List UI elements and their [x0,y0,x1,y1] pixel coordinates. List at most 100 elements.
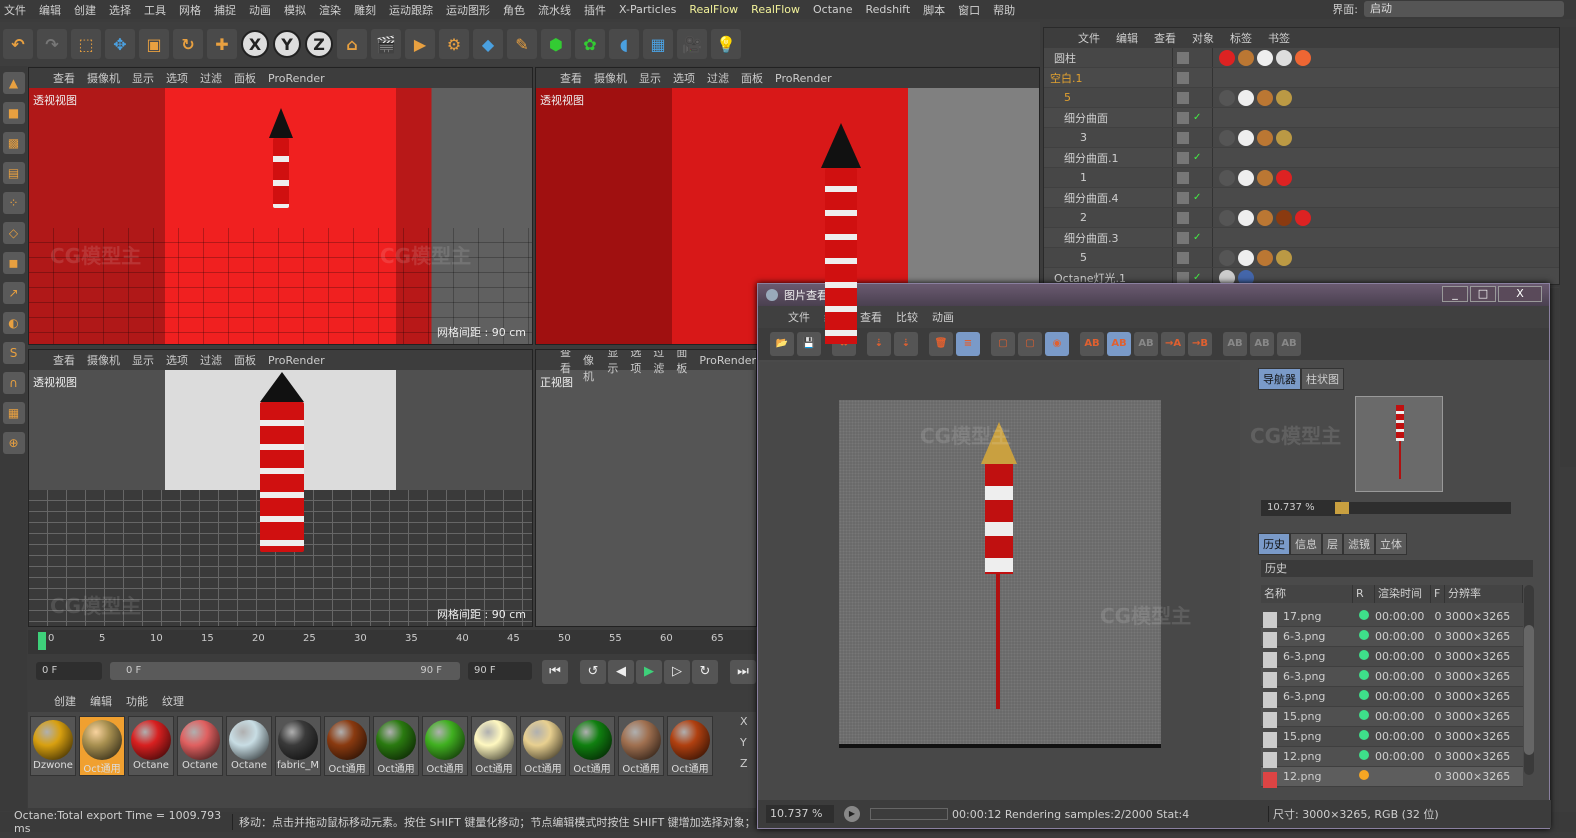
column-header[interactable]: 渲染时间 [1375,585,1431,603]
viewport-menu-item[interactable]: 查看 [53,70,75,86]
info-tab[interactable]: 层 [1322,533,1343,555]
menu-item[interactable]: 雕刻 [354,2,376,18]
menu-item[interactable]: 创建 [74,2,96,18]
tab-histogram[interactable]: 柱状图 [1301,368,1344,390]
coordinate-system-icon[interactable]: ⌂ [337,29,367,59]
menu-item[interactable]: RealFlow [689,3,738,16]
material-tag-icon[interactable] [1276,89,1292,106]
material-menu-item[interactable]: 编辑 [90,693,112,709]
view-b-icon[interactable]: ▢ [1018,332,1042,356]
menu-item[interactable]: 帮助 [993,2,1015,18]
material-tag-icon[interactable] [1219,169,1235,186]
object-row[interactable]: 细分曲面.4 ✓ [1044,188,1559,208]
history-row[interactable]: 12.png 0 3000×3265 [1261,767,1523,788]
menu-item[interactable]: 脚本 [923,2,945,18]
menu-item[interactable]: 编辑 [39,2,61,18]
object-name[interactable]: 细分曲面.4 [1044,190,1172,206]
viewport-menu-item[interactable]: 面板 [234,70,256,86]
object-row[interactable]: 圆柱 [1044,48,1559,68]
menu-item[interactable]: 工具 [144,2,166,18]
viewport-menu-item[interactable]: 查看 [53,352,75,368]
material-swatch[interactable]: Octane [128,716,174,776]
object-row[interactable]: 细分曲面.3 ✓ [1044,228,1559,248]
material-tag-icon[interactable] [1276,209,1292,226]
viewport-menu-item[interactable]: ProRender [775,72,832,85]
object-row[interactable]: 细分曲面.1 ✓ [1044,148,1559,168]
layout-1-icon[interactable]: AB [1223,332,1247,356]
object-name[interactable]: 细分曲面.3 [1044,230,1172,246]
viewport-menu-item[interactable]: 查看 [560,70,582,86]
menu-item[interactable]: 窗口 [958,2,980,18]
object-name[interactable]: 5 [1044,251,1172,264]
subdivision-icon[interactable]: ⬢ [541,29,571,59]
snap-icon[interactable]: S [2,342,25,364]
lock-icon[interactable]: ⊕ [2,432,25,454]
material-swatch[interactable]: Oct通用 [667,716,713,776]
add-image-icon[interactable]: ⇣ [894,332,918,356]
menu-item[interactable]: 角色 [503,2,525,18]
viewport-menu-item[interactable]: 显示 [132,70,154,86]
previous-key-icon[interactable]: ↺ [580,660,606,684]
object-row[interactable]: 空白.1 [1044,68,1559,88]
set-a-icon[interactable]: →A [1161,332,1185,356]
visibility-toggle-icon[interactable] [1177,211,1189,224]
enabled-check-icon[interactable]: ✓ [1193,272,1201,283]
material-tag-icon[interactable] [1276,49,1292,66]
enabled-check-icon[interactable]: ✓ [1193,192,1201,203]
scale-tool-icon[interactable]: ▣ [139,29,169,59]
frame-range-slider[interactable]: 0 F 90 F [110,662,460,680]
current-frame-field[interactable]: 0 F [36,662,102,680]
material-tag-icon[interactable] [1238,89,1254,106]
zoom-field[interactable]: 10.737 % [766,805,834,823]
object-name[interactable]: 1 [1044,171,1172,184]
side-tabs[interactable] [1560,27,1576,467]
enabled-check-icon[interactable]: ✓ [1193,152,1201,163]
info-tab[interactable]: 信息 [1290,533,1322,555]
menu-item[interactable]: 渲染 [319,2,341,18]
menu-item[interactable]: X-Particles [619,3,676,16]
viewport-front[interactable]: 查看摄像机显示选项过滤面板 ProRender 正视图 [535,349,757,627]
render-settings-icon[interactable]: ⚙ [439,29,469,59]
object-row[interactable]: 5 [1044,248,1559,268]
material-tag-icon[interactable] [1238,249,1254,266]
visibility-toggle-icon[interactable] [1177,71,1189,84]
material-swatch[interactable]: Oct通用 [569,716,615,776]
y-axis-icon[interactable]: Y [273,30,301,58]
history-row[interactable]: 6-3.png 00:00:00 0 3000×3265 [1261,627,1523,648]
material-tag-icon[interactable] [1295,49,1311,66]
history-row[interactable]: 17.png 00:00:00 0 3000×3265 [1261,607,1523,628]
history-row[interactable]: 6-3.png 00:00:00 0 3000×3265 [1261,687,1523,708]
viewport-menu-item[interactable]: 摄像机 [87,70,120,86]
cube-icon[interactable]: ◆ [473,29,503,59]
material-tag-icon[interactable] [1219,49,1235,66]
material-tag-icon[interactable] [1257,169,1273,186]
layout-2-icon[interactable]: AB [1250,332,1274,356]
material-tag-icon[interactable] [1238,49,1254,66]
viewport-menu-item[interactable]: 选项 [166,70,188,86]
menu-item[interactable]: Redshift [866,3,911,16]
object-row[interactable]: 2 [1044,208,1559,228]
column-header[interactable]: 名称 [1261,585,1353,603]
material-tag-icon[interactable] [1238,209,1254,226]
grid-icon[interactable]: ▦ [2,402,25,424]
visibility-toggle-icon[interactable] [1177,231,1189,244]
navigator-thumbnail[interactable] [1355,396,1443,492]
ab-compare-icon[interactable]: AB [1080,332,1104,356]
camera-icon[interactable]: 🎥 [677,29,707,59]
column-header[interactable]: F [1431,585,1445,603]
material-tag-icon[interactable] [1257,249,1273,266]
viewport-menu-item[interactable]: 摄像机 [594,70,627,86]
add-to-history-icon[interactable]: ⇣ [867,332,891,356]
visibility-toggle-icon[interactable] [1177,51,1189,64]
mograph-icon[interactable]: ✿ [575,29,605,59]
object-menu-item[interactable]: 文件 [1078,30,1100,46]
remove-icon[interactable]: 🗑 [929,332,953,356]
menu-item[interactable]: 运动图形 [446,2,490,18]
go-to-end-icon[interactable]: ⏭ [730,660,756,684]
move-tool-icon[interactable]: ✥ [105,29,135,59]
viewport-menu-item[interactable]: 过滤 [653,350,664,376]
viewer-menu-item[interactable]: 比较 [896,309,918,325]
z-axis-icon[interactable]: Z [305,30,333,58]
material-tag-icon[interactable] [1238,129,1254,146]
material-menu-item[interactable]: 创建 [54,693,76,709]
